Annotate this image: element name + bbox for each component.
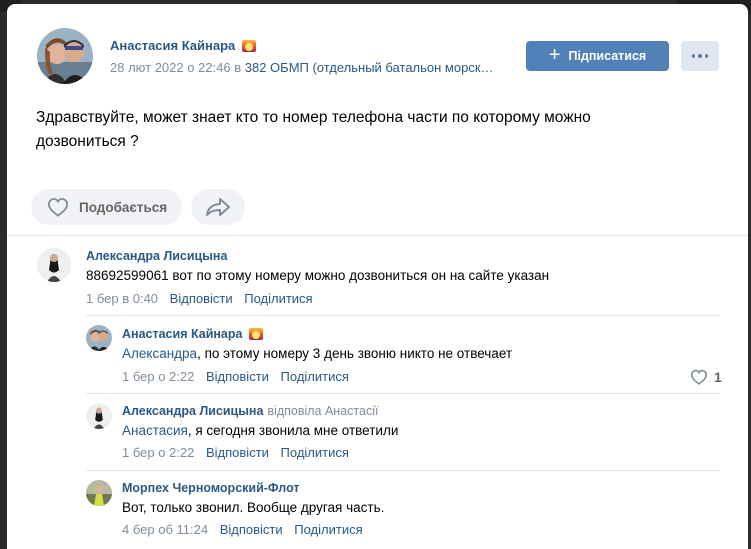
comment-author[interactable]: Морпех Черноморский-Флот: [122, 481, 300, 495]
comment-body: , я сегодня звонила мне ответили: [187, 423, 399, 438]
post-card: Анастасия Кайнара 28 лют 2022 о 22:46 в …: [7, 4, 748, 549]
heart-icon: [47, 198, 69, 217]
share-arrow-icon: [206, 198, 230, 216]
comment-meta: 4 бер об 11:24 Відповісти Поділитися: [122, 522, 363, 537]
reply-link[interactable]: Відповісти: [220, 522, 283, 537]
comment-author-name[interactable]: Александра Лисицына: [86, 249, 227, 263]
comment-time[interactable]: 1 бер в 0:40: [86, 291, 158, 306]
share-link[interactable]: Поділитися: [294, 522, 362, 537]
replied-to-label[interactable]: відповіла Анастасії: [267, 404, 378, 418]
comment-author[interactable]: Анастасия Кайнара: [122, 327, 264, 341]
comment-text: 88692599061 вот по этому номеру можно до…: [86, 268, 549, 283]
comment-time[interactable]: 1 бер о 2:22: [122, 445, 194, 460]
comment-meta: 1 бер о 2:22 Відповісти Поділитися: [122, 445, 349, 460]
comment-body: Вот, только звонил. Вообще другая часть.: [122, 500, 385, 515]
sunset-emoji-icon: [242, 39, 257, 52]
comment-author[interactable]: Александра Лисицына: [86, 249, 227, 263]
comment-author[interactable]: Александра Лисицына відповіла Анастасії: [122, 404, 378, 418]
post-author-name[interactable]: Анастасия Кайнара: [110, 38, 235, 53]
comment-time[interactable]: 1 бер о 2:22: [122, 369, 194, 384]
group-link[interactable]: 382 ОБМП (отдельный батальон морск…: [245, 60, 494, 75]
comment-text: Анастасия, я сегодня звонила мне ответил…: [122, 423, 398, 438]
post-text: Здравствуйте, может знает кто то номер т…: [36, 109, 591, 150]
share-link[interactable]: Поділитися: [281, 445, 349, 460]
plus-icon: +: [548, 44, 561, 66]
heart-icon: [690, 369, 708, 385]
subscribe-button[interactable]: + Підписатися: [526, 41, 669, 71]
more-options-button[interactable]: [681, 41, 719, 71]
like-label: Подобається: [79, 199, 168, 215]
divider: [86, 393, 720, 394]
comment-avatar[interactable]: [86, 480, 112, 506]
share-link[interactable]: Поділитися: [281, 369, 349, 384]
sunset-emoji-icon: [249, 328, 264, 340]
more-dots-icon: [691, 54, 696, 58]
comment-author-name[interactable]: Анастасия Кайнара: [122, 327, 242, 341]
comment-avatar[interactable]: [86, 325, 112, 351]
comment-avatar[interactable]: [86, 403, 112, 429]
divider: [86, 470, 720, 471]
comment-body: 88692599061 вот по этому номеру можно до…: [86, 268, 550, 283]
comment-text: Александра, по этому номеру 3 день звоню…: [122, 346, 512, 361]
more-dot: [704, 54, 709, 58]
comment-like-count: 1: [714, 369, 722, 385]
mention-link[interactable]: Анастасия: [122, 423, 188, 438]
comment-meta: 1 бер о 2:22 Відповісти Поділитися: [122, 369, 349, 384]
post-meta: 28 лют 2022 о 22:46 в 382 ОБМП (отдельны…: [110, 60, 494, 75]
comment-time[interactable]: 4 бер об 11:24: [122, 522, 208, 537]
share-link[interactable]: Поділитися: [244, 291, 312, 306]
reply-link[interactable]: Відповісти: [170, 291, 233, 306]
comment-author-name[interactable]: Александра Лисицына: [122, 404, 263, 418]
reply-link[interactable]: Відповісти: [206, 445, 269, 460]
more-dot: [698, 54, 702, 58]
mention-link[interactable]: Александра: [122, 346, 197, 361]
subscribe-label: Підписатися: [568, 49, 647, 63]
comment-like-button[interactable]: 1: [690, 369, 722, 385]
reply-link[interactable]: Відповісти: [206, 369, 269, 384]
divider: [86, 315, 720, 316]
comment-author-name[interactable]: Морпех Черноморский-Флот: [122, 481, 300, 495]
author-avatar[interactable]: [37, 28, 93, 84]
comment-text: Вот, только звонил. Вообще другая часть.: [122, 500, 384, 515]
post-author[interactable]: Анастасия Кайнара: [110, 38, 257, 53]
divider: [7, 235, 748, 236]
comment-meta: 1 бер в 0:40 Відповісти Поділитися: [86, 291, 313, 306]
post-date[interactable]: 28 лют 2022 о 22:46 в: [110, 60, 241, 75]
like-button[interactable]: Подобається: [31, 189, 182, 225]
share-button[interactable]: [191, 189, 245, 225]
comment-avatar[interactable]: [37, 248, 71, 282]
comment-body: , по этому номеру 3 день звоню никто не …: [197, 346, 513, 361]
